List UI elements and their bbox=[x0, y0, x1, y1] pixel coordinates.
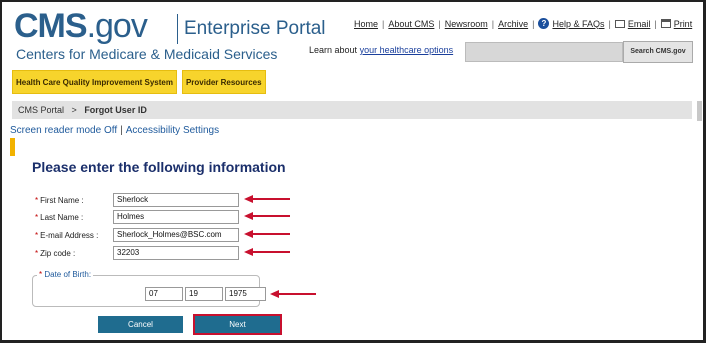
breadcrumb: CMS Portal > Forgot User ID bbox=[12, 101, 692, 119]
dob-month-field[interactable]: 07 bbox=[145, 287, 183, 301]
accessibility-settings-link[interactable]: Accessibility Settings bbox=[126, 125, 219, 136]
email-icon[interactable] bbox=[614, 19, 625, 28]
help-faqs-link[interactable]: Help & FAQs bbox=[552, 19, 604, 29]
print-icon[interactable] bbox=[660, 19, 671, 28]
cancel-button[interactable]: Cancel bbox=[98, 316, 183, 333]
annotation-arrow bbox=[244, 195, 290, 205]
email-label: * E-mail Address : bbox=[35, 230, 99, 240]
archive-link[interactable]: Archive bbox=[498, 19, 528, 29]
learn-about: Learn about your healthcare options bbox=[309, 45, 453, 55]
dob-year-field[interactable]: 1975 bbox=[225, 287, 266, 301]
zip-row: * Zip code : 32203 bbox=[35, 246, 239, 260]
accessibility-bar: Screen reader mode Off | Accessibility Set… bbox=[10, 125, 219, 136]
logo-main-text: CMS bbox=[14, 7, 88, 45]
last-name-field[interactable]: Holmes bbox=[113, 210, 239, 224]
scrollbar[interactable] bbox=[697, 101, 702, 121]
breadcrumb-current: Forgot User ID bbox=[84, 105, 147, 115]
first-name-field[interactable]: Sherlock bbox=[113, 193, 239, 207]
home-link[interactable]: Home bbox=[354, 19, 378, 29]
email-field[interactable]: Sherlock_Holmes@BSC.com bbox=[113, 228, 239, 242]
print-link[interactable]: Print bbox=[674, 19, 693, 29]
last-name-label: * Last Name : bbox=[35, 212, 84, 222]
form-heading: Please enter the following information bbox=[32, 159, 286, 175]
dob-legend: * Date of Birth: bbox=[37, 270, 94, 279]
breadcrumb-separator: > bbox=[71, 105, 77, 115]
dob-day-field[interactable]: 19 bbox=[185, 287, 223, 301]
search-input[interactable] bbox=[465, 42, 623, 62]
annotation-arrow bbox=[244, 230, 290, 240]
first-name-label: * First Name : bbox=[35, 195, 84, 205]
annotation-arrow bbox=[270, 290, 316, 300]
about-cms-link[interactable]: About CMS bbox=[388, 19, 434, 29]
accent-mark bbox=[10, 138, 15, 156]
main-nav: Health Care Quality Improvement System P… bbox=[12, 70, 271, 94]
page-frame: CMS.gov Enterprise Portal Centers for Me… bbox=[0, 0, 706, 343]
logo-divider bbox=[177, 14, 178, 44]
search-button[interactable]: Search CMS.gov bbox=[623, 41, 693, 63]
healthcare-options-link[interactable]: your healthcare options bbox=[360, 45, 454, 55]
help-icon[interactable]: ? bbox=[538, 18, 550, 29]
link-separator: | bbox=[654, 18, 657, 29]
top-links: Home | About CMS | Newsroom | Archive | … bbox=[354, 18, 692, 29]
first-name-row: * First Name : Sherlock bbox=[35, 193, 239, 207]
link-separator: | bbox=[532, 18, 535, 29]
email-row: * E-mail Address : Sherlock_Holmes@BSC.co… bbox=[35, 228, 239, 242]
link-separator: | bbox=[608, 18, 611, 29]
link-separator: | bbox=[382, 18, 385, 29]
zip-label: * Zip code : bbox=[35, 248, 76, 258]
learn-prefix: Learn about bbox=[309, 45, 358, 55]
cms-logo[interactable]: CMS.gov bbox=[14, 7, 148, 45]
next-button[interactable]: Next bbox=[193, 314, 282, 335]
logo-suffix-text: .gov bbox=[86, 7, 148, 45]
tab-hcqis[interactable]: Health Care Quality Improvement System bbox=[12, 70, 177, 94]
email-link[interactable]: Email bbox=[628, 19, 651, 29]
portal-title: Enterprise Portal bbox=[184, 18, 326, 39]
link-separator: | bbox=[491, 18, 495, 29]
last-name-row: * Last Name : Holmes bbox=[35, 210, 239, 224]
annotation-arrow bbox=[244, 248, 290, 258]
link-separator: | bbox=[438, 18, 441, 29]
agency-subtitle: Centers for Medicare & Medicaid Services bbox=[16, 46, 278, 62]
newsroom-link[interactable]: Newsroom bbox=[445, 19, 488, 29]
tab-provider-resources[interactable]: Provider Resources bbox=[181, 70, 266, 94]
screen-reader-toggle[interactable]: Screen reader mode Off bbox=[10, 125, 117, 136]
annotation-arrow bbox=[244, 212, 290, 222]
breadcrumb-root[interactable]: CMS Portal bbox=[18, 105, 64, 115]
zip-field[interactable]: 32203 bbox=[113, 246, 239, 260]
accessibility-separator: | bbox=[120, 125, 123, 136]
